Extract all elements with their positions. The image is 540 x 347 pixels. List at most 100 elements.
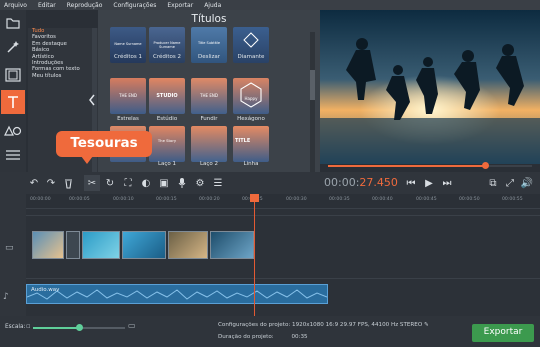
thumb-text: STUDIO [156,93,178,99]
project-config: Configurações do projeto: 1920x1080 16:9… [218,322,429,328]
video-clip-3[interactable] [122,231,166,259]
shapes-icon[interactable] [1,117,25,141]
list-icon[interactable] [1,143,25,167]
panel-scrollbar-thumb[interactable] [310,70,315,100]
redo-icon[interactable]: ↷ [44,176,58,190]
menu-arquivo[interactable]: Arquivo [4,2,27,9]
popout-icon[interactable]: ⧉ [486,176,500,190]
playback-progress-knob[interactable] [482,162,489,169]
fullscreen-icon[interactable]: ⤢ [503,176,517,190]
title-thumb-laco-1[interactable]: The Story [149,126,185,162]
audio-clip[interactable] [26,284,328,304]
scissors-tooltip: Tesouras [56,131,152,157]
ruler-tick: 00:00:40 [372,197,393,202]
skip-back-icon[interactable]: ⏮ [404,176,418,190]
video-preview[interactable] [320,10,540,164]
thumb-text: Name Surname [114,42,142,46]
video-clip-4[interactable] [168,231,208,259]
thumb-text: THE END [200,93,218,98]
title-thumb-estudio[interactable]: STUDIO [149,78,185,114]
timecode-main: 00:00: [324,176,360,189]
import-icon[interactable] [1,11,25,35]
export-button[interactable]: Exportar [472,324,534,342]
video-clip-2[interactable] [82,231,120,259]
transition-marker[interactable] [66,231,80,259]
zoom-out-icon[interactable]: ▫ [26,322,31,330]
title-thumb-estrelas[interactable]: THE END [110,78,146,114]
playback-progress-fill [328,165,485,167]
project-duration-value: 00:35 [291,334,308,340]
scale-label: Escala: [5,324,26,330]
music-note-icon: ♪ [3,292,9,302]
thumb-text: Title Subtitle [197,41,221,45]
ruler-tick: 00:00:30 [286,197,307,202]
ruler-tick: 00:00:35 [329,197,350,202]
trash-icon[interactable] [61,176,75,190]
title-label-linha: Linha [243,161,259,167]
thumb-text: THE END [119,93,137,98]
menu-ajuda[interactable]: Ajuda [204,2,221,9]
track-divider [26,215,540,216]
ruler-tick: 00:00:10 [113,197,134,202]
rotate-icon[interactable]: ↻ [103,176,117,190]
tooltip-text: Tesouras [70,135,138,151]
crop-icon[interactable]: ⛶ [121,176,135,190]
tooltip-arrow [81,156,93,164]
title-label-hexagono: Hexágono [237,116,265,122]
ruler-tick: 00:00:00 [30,197,51,202]
track-divider [26,278,540,279]
thumb-text: Happy [244,96,258,101]
menu-bar: Arquivo Editar Reprodução Configurações … [0,0,540,10]
title-thumb-fundir[interactable]: THE END [191,78,227,114]
audio-clip-label: Audio.wav [31,287,60,293]
magic-wand-icon[interactable] [1,35,25,59]
image-icon[interactable]: ▣ [157,176,171,190]
thumb-text: The Story [157,138,177,143]
title-thumb-linha[interactable]: TITLE [233,126,269,162]
title-thumb-laco-2[interactable] [191,126,227,162]
ruler-tick: 00:00:45 [416,197,437,202]
tool-strip [0,10,26,172]
chevron-left-icon[interactable] [88,92,96,106]
project-duration-label: Duração do projeto: [218,334,274,340]
thumb-text: TITLE [235,138,251,144]
menu-reproducao[interactable]: Reprodução [67,2,103,9]
zoom-in-icon[interactable]: ▭ [128,321,136,330]
pencil-icon[interactable]: ✎ [424,322,429,328]
video-clip-1[interactable] [32,231,64,259]
text-icon[interactable] [1,90,25,114]
timecode-display: 00:00:27.450 [324,176,398,189]
category-meu-titulos[interactable]: Meu títulos [28,73,98,79]
video-clip-5[interactable] [210,231,254,259]
ruler-tick: 00:00:50 [459,197,480,202]
menu-configuracoes[interactable]: Configurações [113,2,156,9]
menu-exportar[interactable]: Exportar [167,2,193,9]
microphone-icon[interactable] [175,176,189,190]
film-icon[interactable] [1,63,25,87]
skip-forward-icon[interactable]: ⏭ [440,176,454,190]
equalizer-icon[interactable]: ☰ [211,176,225,190]
volume-icon[interactable]: 🔊 [520,176,534,190]
color-adjust-icon[interactable]: ◐ [139,176,153,190]
ruler-tick: 00:00:05 [69,197,90,202]
gear-icon[interactable]: ⚙ [193,176,207,190]
project-config-value: 1920x1080 16:9 29.97 FPS, 44100 Hz STERE… [292,322,423,328]
play-icon[interactable]: ▶ [422,176,436,190]
playhead[interactable] [254,196,255,316]
scale-slider-fill [33,327,79,329]
menu-editar[interactable]: Editar [38,2,56,9]
title-label-diamante: Diamante [237,54,265,60]
panel-scrollbar[interactable] [310,32,315,172]
scissors-icon[interactable]: ✂ [84,175,100,191]
title-thumb-hexagono[interactable]: Happy [233,78,269,114]
scale-slider-knob[interactable] [76,324,83,331]
project-duration: Duração do projeto: 00:35 [218,334,308,340]
panel-title: Títulos [191,13,227,25]
editing-toolbar [0,172,540,194]
playhead-handle[interactable] [250,194,259,202]
ruler-tick: 00:00:20 [199,197,220,202]
export-button-label: Exportar [483,327,523,337]
undo-icon[interactable]: ↶ [27,176,41,190]
thumb-text: Producer Name Surname [153,41,181,49]
ruler-tick: 00:00:15 [156,197,177,202]
